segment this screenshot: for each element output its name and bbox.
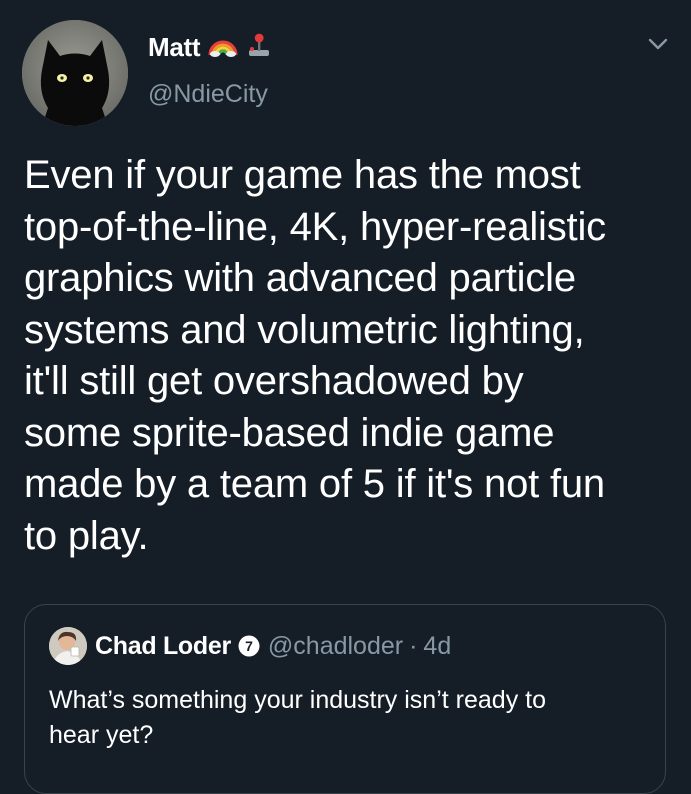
- quoted-tweet-timestamp[interactable]: 4d: [423, 632, 451, 661]
- author-handle[interactable]: @NdieCity: [148, 80, 268, 109]
- author-display-name[interactable]: Matt: [148, 32, 201, 63]
- badge-icon: 7: [238, 635, 260, 657]
- tweet-text-line: it'll still get overshadowed by: [24, 359, 524, 403]
- quoted-text-line: What’s something your industry isn’t rea…: [49, 686, 546, 714]
- tweet-text-line: made by a team of 5 if it's not fun: [24, 462, 605, 506]
- tweet-text-line: some sprite-based indie game: [24, 410, 555, 455]
- quoted-avatar-image: [49, 627, 87, 665]
- joystick-icon: [246, 32, 272, 63]
- quoted-tweet-text: What’s something your industry isn’t rea…: [49, 683, 649, 753]
- tweet-text-line: to play.: [24, 513, 149, 558]
- tweet-text-line: systems and volumetric lighting,: [24, 307, 585, 352]
- rainbow-icon: [208, 33, 238, 62]
- author-avatar[interactable]: [22, 20, 128, 126]
- quoted-tweet-card[interactable]: Chad Loder 7 @chadloder · 4d What’s some…: [24, 604, 666, 794]
- quoted-author-name[interactable]: Chad Loder: [95, 632, 231, 661]
- tweet-text-line: Even if your game has the most: [24, 153, 581, 197]
- tweet-text: Even if your game has the most top-of-th…: [24, 150, 674, 562]
- quoted-author-avatar[interactable]: [49, 627, 87, 665]
- tweet[interactable]: Matt @NdieCity Even if your game has the…: [0, 0, 691, 794]
- black-cat-avatar-image: [22, 20, 128, 126]
- quoted-text-line: hear yet?: [49, 721, 154, 749]
- tweet-text-line: graphics with advanced particle: [24, 256, 576, 300]
- quoted-author-handle[interactable]: @chadloder: [268, 632, 403, 661]
- separator-dot: ·: [409, 631, 418, 660]
- chevron-down-icon[interactable]: [646, 32, 670, 56]
- author-name-row[interactable]: Matt: [148, 30, 272, 64]
- quoted-tweet-header[interactable]: Chad Loder 7 @chadloder · 4d: [95, 629, 451, 663]
- badge-text: 7: [245, 638, 253, 654]
- tweet-text-line: top-of-the-line, 4K, hyper-realistic: [24, 204, 606, 249]
